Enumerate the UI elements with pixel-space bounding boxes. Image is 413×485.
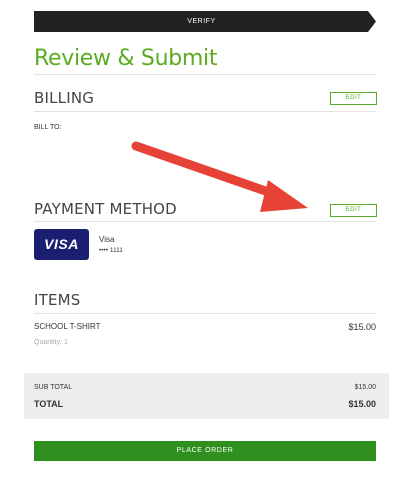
card-brand: Visa — [99, 235, 115, 244]
items-title: ITEMS — [34, 291, 81, 309]
bill-to-label: BILL TO: — [34, 124, 62, 131]
total-value: $15.00 — [348, 399, 376, 409]
divider — [34, 221, 376, 222]
billing-title: BILLING — [34, 89, 95, 107]
payment-method-title: PAYMENT METHOD — [34, 200, 177, 218]
payment-edit-button[interactable]: EDIT — [330, 204, 377, 217]
divider — [34, 111, 376, 112]
place-order-button[interactable]: PLACE ORDER — [34, 441, 376, 461]
subtotal-value: $15.00 — [354, 384, 376, 391]
page-title: Review & Submit — [34, 46, 218, 71]
item-quantity: Quantity: 1 — [34, 339, 68, 346]
item-price: $15.00 — [348, 322, 376, 332]
checkout-step-bar: VERIFY — [34, 11, 376, 32]
divider — [34, 74, 376, 75]
card-number: •••• 1111 — [99, 247, 123, 254]
visa-card-icon: VISA — [34, 229, 89, 260]
total-label: TOTAL — [34, 399, 64, 409]
item-name: SCHOOL T-SHIRT — [34, 322, 101, 331]
subtotal-label: SUB TOTAL — [34, 384, 73, 391]
divider — [34, 313, 376, 314]
step-label: VERIFY — [187, 18, 216, 25]
order-totals — [24, 373, 389, 419]
billing-edit-button[interactable]: EDIT — [330, 92, 377, 105]
